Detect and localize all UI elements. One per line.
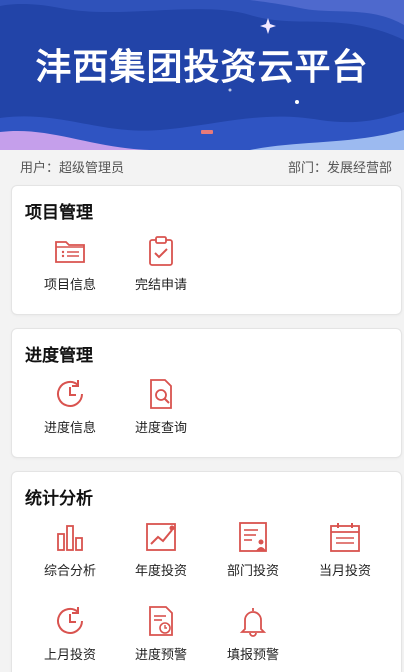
section-title: 统计分析 [25, 489, 93, 509]
user-name: 用户：超级管理员 [20, 161, 125, 176]
menu-item-label: 当月投资 [318, 564, 371, 579]
banner-indicator [201, 130, 213, 134]
section-project-management: 项目管理 项目信息 完结申请 [11, 185, 402, 315]
menu-item-label: 进度预警 [134, 648, 187, 663]
folder-list-icon [55, 241, 85, 263]
menu-item-department-investment[interactable]: 部门投资 [207, 520, 299, 579]
clock-refresh-icon [57, 607, 83, 634]
menu-item-project-info[interactable]: 项目信息 [24, 234, 116, 293]
section-progress-management: 进度管理 进度信息 进度查询 [11, 328, 402, 458]
line-chart-icon [146, 523, 176, 551]
menu-item-progress-info[interactable]: 进度信息 [24, 377, 116, 436]
bell-icon [239, 608, 267, 637]
calendar-icon [330, 523, 360, 552]
menu-item-label: 部门投资 [226, 564, 279, 579]
menu-item-label: 项目信息 [43, 278, 96, 293]
menu-item-label: 完结申请 [134, 278, 187, 293]
bar-chart-icon [57, 525, 83, 551]
clock-refresh-icon [57, 380, 83, 407]
menu-item-monthly-investment[interactable]: 当月投资 [299, 520, 391, 579]
menu-item-label: 进度查询 [134, 421, 187, 436]
menu-item-comprehensive-analysis[interactable]: 综合分析 [24, 520, 116, 579]
document-search-icon [150, 379, 172, 409]
section-statistics: 统计分析 综合分析 年度投资 部门投资 当月投资 上月投资 进度预警 填报预警 [11, 471, 402, 672]
menu-item-label: 综合分析 [43, 564, 96, 579]
department-doc-icon [239, 522, 267, 552]
menu-item-progress-warning[interactable]: 进度预警 [115, 604, 207, 663]
menu-item-progress-query[interactable]: 进度查询 [115, 377, 207, 436]
menu-item-label: 填报预警 [226, 648, 279, 663]
menu-item-label: 上月投资 [43, 648, 96, 663]
menu-item-last-month-investment[interactable]: 上月投资 [24, 604, 116, 663]
user-info-bar: 用户：超级管理员 部门：发展经营部 [0, 150, 404, 180]
user-department: 部门：发展经营部 [287, 161, 392, 176]
header-banner: 沣西集团投资云平台 [0, 0, 404, 150]
banner-title: 沣西集团投资云平台 [35, 47, 369, 88]
section-title: 项目管理 [25, 203, 93, 223]
menu-item-reporting-warning[interactable]: 填报预警 [207, 604, 299, 663]
section-title: 进度管理 [25, 346, 93, 366]
clipboard-check-icon [149, 236, 173, 266]
document-alert-icon [149, 606, 173, 636]
menu-item-completion-request[interactable]: 完结申请 [115, 234, 207, 293]
menu-item-label: 进度信息 [43, 421, 96, 436]
menu-item-annual-investment[interactable]: 年度投资 [115, 520, 207, 579]
menu-item-label: 年度投资 [134, 564, 187, 579]
